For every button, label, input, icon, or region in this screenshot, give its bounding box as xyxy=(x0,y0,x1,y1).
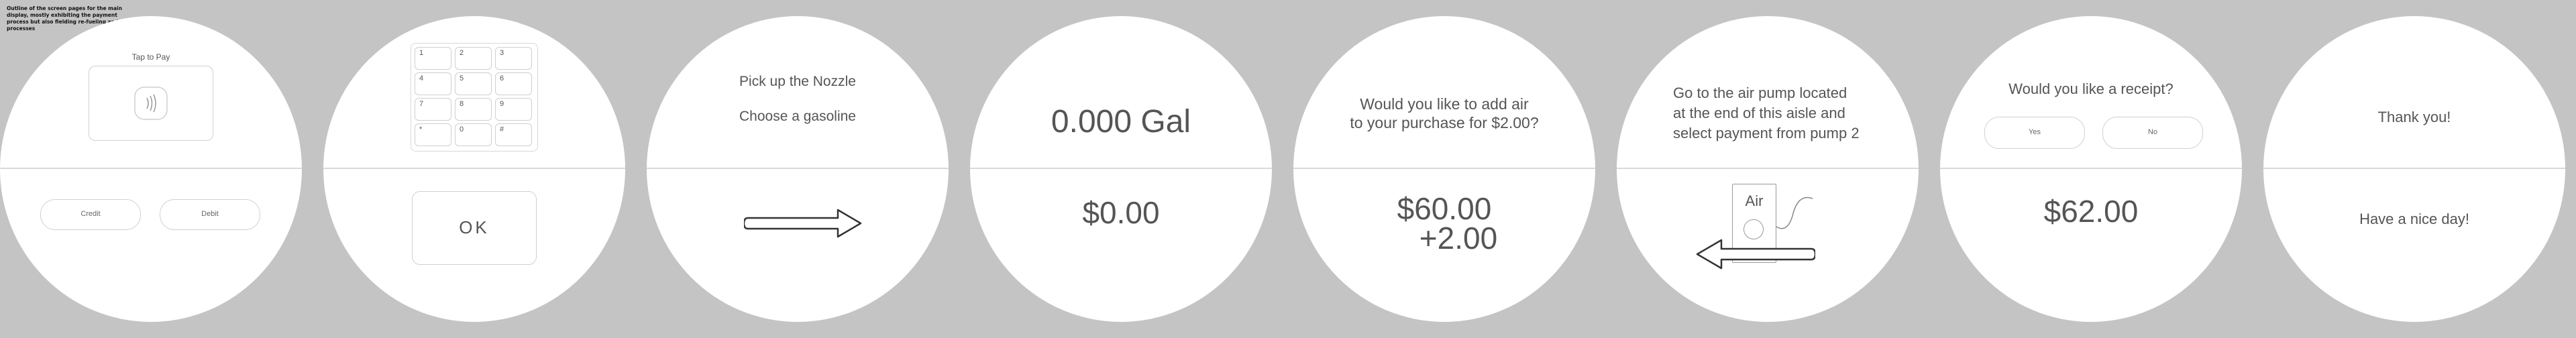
gallons-readout: 0.000 Gal xyxy=(1051,104,1191,139)
tap-to-pay-label: Tap to Pay xyxy=(131,52,170,62)
debit-button[interactable]: Debit xyxy=(160,199,260,230)
credit-button[interactable]: Credit xyxy=(40,199,141,230)
screen-thank-you: Thank you! Have a nice day! xyxy=(2263,16,2565,322)
air-directions-line1: Go to the air pump located xyxy=(1673,84,1847,101)
receipt-no-button[interactable]: No xyxy=(2102,117,2203,149)
air-directions-line2: at the end of this aisle and xyxy=(1673,105,1845,121)
add-air-question-line2: to your purchase for $2.00? xyxy=(1350,114,1539,131)
divider xyxy=(1617,168,1919,169)
divider xyxy=(647,168,949,169)
key-1[interactable]: 1 xyxy=(415,47,451,70)
screen-receipt: Would you like a receipt? Yes No $62.00 xyxy=(1940,16,2242,322)
key-7[interactable]: 7 xyxy=(415,98,451,121)
contactless-icon xyxy=(134,87,168,120)
screen-fueling: 0.000 Gal $0.00 xyxy=(970,16,1272,322)
key-5[interactable]: 5 xyxy=(455,72,492,95)
key-3[interactable]: 3 xyxy=(495,47,532,70)
divider xyxy=(0,168,302,169)
air-directions-line3: select payment from pump 2 xyxy=(1673,125,1860,142)
pick-nozzle-text: Pick up the Nozzle xyxy=(739,74,856,89)
choose-gasoline-text: Choose a gasoline xyxy=(739,109,856,124)
divider xyxy=(970,168,1272,169)
screen-pin-keypad: 1 2 3 4 5 6 7 8 9 * 0 # OK xyxy=(323,16,625,322)
arrow-left-icon xyxy=(1696,239,1815,270)
screen-add-air: Would you like to add air to your purcha… xyxy=(1293,16,1595,322)
key-star[interactable]: * xyxy=(415,123,451,146)
nice-day-text: Have a nice day! xyxy=(2359,211,2469,227)
key-6[interactable]: 6 xyxy=(495,72,532,95)
key-0[interactable]: 0 xyxy=(455,123,492,146)
receipt-yes-button[interactable]: Yes xyxy=(1984,117,2085,149)
ok-button[interactable]: OK xyxy=(412,191,537,265)
screen-tap-to-pay: Tap to Pay Credit Debit xyxy=(0,16,302,322)
divider xyxy=(1293,168,1595,169)
thank-you-text: Thank you! xyxy=(2377,109,2451,125)
total-amount: $62.00 xyxy=(2043,194,2139,229)
divider xyxy=(323,168,625,169)
air-hose-icon xyxy=(1776,196,1813,229)
air-pump-label: Air xyxy=(1745,192,1764,209)
divider xyxy=(1940,168,2242,169)
arrow-right-icon xyxy=(744,209,862,238)
key-4[interactable]: 4 xyxy=(415,72,451,95)
receipt-question: Would you like a receipt? xyxy=(2008,80,2174,97)
divider xyxy=(2263,168,2565,169)
key-8[interactable]: 8 xyxy=(455,98,492,121)
key-2[interactable]: 2 xyxy=(455,47,492,70)
keypad: 1 2 3 4 5 6 7 8 9 * 0 # xyxy=(411,43,538,152)
key-9[interactable]: 9 xyxy=(495,98,532,121)
screen-air-pump-directions: Go to the air pump located at the end of… xyxy=(1617,16,1919,322)
price-readout: $0.00 xyxy=(1082,195,1160,230)
add-air-question-line1: Would you like to add air xyxy=(1360,95,1529,113)
key-hash[interactable]: # xyxy=(495,123,532,146)
air-surcharge: +2.00 xyxy=(1419,221,1498,256)
screen-pick-nozzle: Pick up the Nozzle Choose a gasoline xyxy=(647,16,949,322)
